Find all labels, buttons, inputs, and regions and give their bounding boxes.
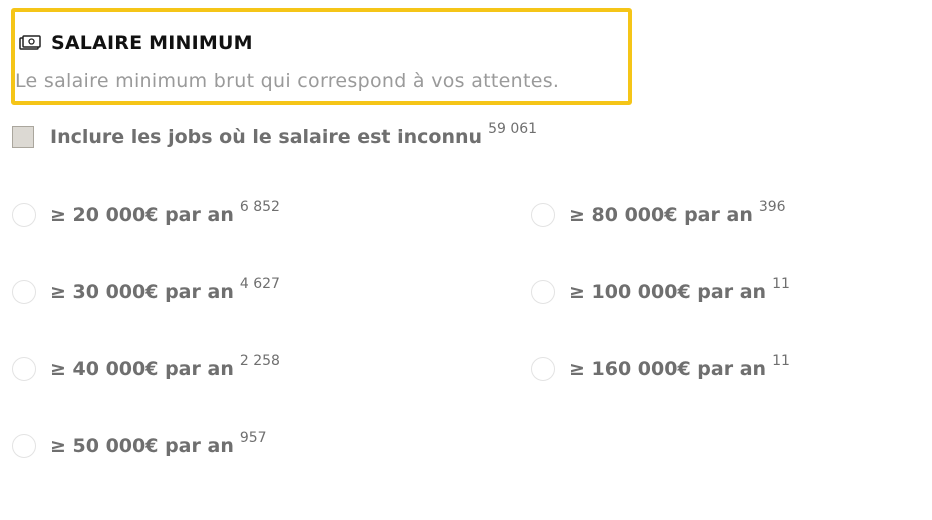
- salary-option-label: ≥ 40 000€ par an: [50, 358, 234, 380]
- salary-radio-100000[interactable]: [531, 280, 555, 304]
- include-unknown-salary-label: Inclure les jobs où le salaire est incon…: [50, 126, 483, 148]
- salary-option-label: ≥ 20 000€ par an: [50, 204, 234, 226]
- include-unknown-salary-count: 59 061: [488, 121, 538, 137]
- salary-radio-80000[interactable]: [531, 203, 555, 227]
- salary-radio-30000[interactable]: [12, 280, 36, 304]
- salary-radio-20000[interactable]: [12, 203, 36, 227]
- salary-radio-40000[interactable]: [12, 357, 36, 381]
- salary-option-count: 957: [239, 430, 267, 446]
- salary-option-20000[interactable]: ≥ 20 000€ par an 6 852: [12, 199, 280, 227]
- salary-option-label: ≥ 160 000€ par an: [569, 358, 767, 380]
- salary-radio-160000[interactable]: [531, 357, 555, 381]
- section-subtitle: Le salaire minimum brut qui correspond à…: [15, 70, 560, 92]
- salary-option-count: 4 627: [239, 276, 280, 292]
- salary-option-count: 11: [772, 276, 790, 292]
- salary-option-count: 396: [758, 199, 786, 215]
- salary-option-label: ≥ 80 000€ par an: [569, 204, 753, 226]
- section-header-highlight: SALAIRE MINIMUM Le salaire minimum brut …: [11, 8, 632, 105]
- salary-option-label: ≥ 30 000€ par an: [50, 281, 234, 303]
- salary-option-label: ≥ 100 000€ par an: [569, 281, 767, 303]
- salary-option-80000[interactable]: ≥ 80 000€ par an 396: [531, 199, 786, 227]
- section-title-row: SALAIRE MINIMUM: [19, 32, 253, 54]
- salary-option-160000[interactable]: ≥ 160 000€ par an 11: [531, 353, 790, 381]
- salary-option-40000[interactable]: ≥ 40 000€ par an 2 258: [12, 353, 280, 381]
- salary-option-50000[interactable]: ≥ 50 000€ par an 957: [12, 430, 267, 458]
- include-unknown-salary-checkbox[interactable]: [12, 126, 34, 148]
- section-title: SALAIRE MINIMUM: [51, 32, 253, 54]
- salary-filter-panel: SALAIRE MINIMUM Le salaire minimum brut …: [0, 0, 932, 520]
- salary-option-label: ≥ 50 000€ par an: [50, 435, 234, 457]
- salary-option-30000[interactable]: ≥ 30 000€ par an 4 627: [12, 276, 280, 304]
- salary-option-count: 2 258: [239, 353, 280, 369]
- include-unknown-salary-option[interactable]: Inclure les jobs où le salaire est incon…: [12, 121, 537, 148]
- salary-option-count: 6 852: [239, 199, 280, 215]
- salary-option-100000[interactable]: ≥ 100 000€ par an 11: [531, 276, 790, 304]
- salary-option-count: 11: [772, 353, 790, 369]
- money-bill-icon: [19, 35, 41, 51]
- salary-radio-50000[interactable]: [12, 434, 36, 458]
